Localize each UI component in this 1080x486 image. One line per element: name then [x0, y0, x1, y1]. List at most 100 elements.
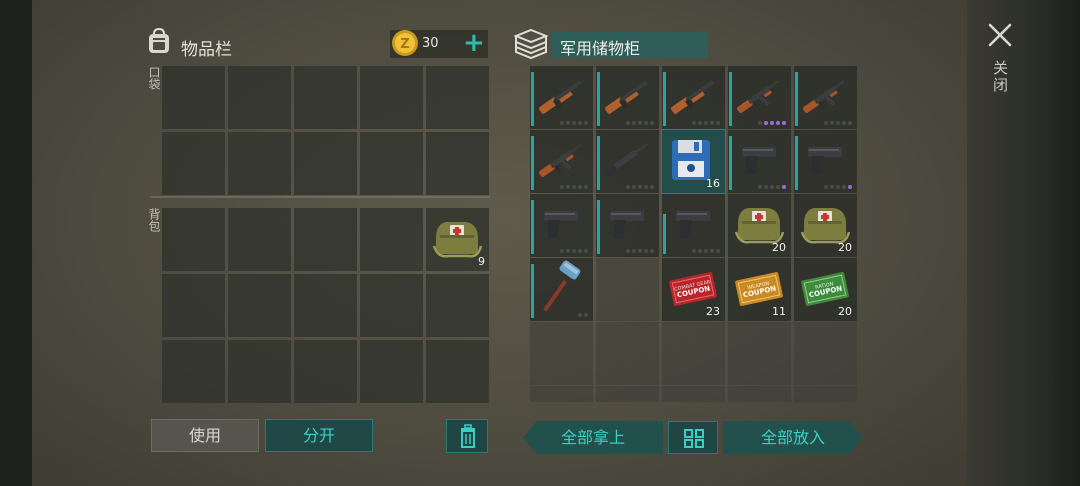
storage-slot[interactable] [530, 194, 593, 257]
pocket-slot[interactable] [162, 66, 225, 129]
add-coins-button[interactable]: + [463, 28, 485, 58]
storage-slot[interactable] [530, 130, 593, 193]
storage-slot[interactable]: WEAPON COUPON 11 [728, 258, 791, 321]
storage-slot[interactable]: 16 [661, 129, 726, 194]
pistol-icon [742, 147, 776, 174]
durability-bar [597, 72, 600, 126]
durability-bar [729, 136, 732, 190]
durability-bar [795, 136, 798, 190]
backpack-slot[interactable] [228, 274, 291, 337]
item-quantity: 23 [706, 305, 720, 318]
item-quantity: 20 [838, 241, 852, 254]
backpack-slot[interactable] [162, 340, 225, 403]
trash-button[interactable] [446, 419, 488, 453]
durability-bar [795, 72, 798, 126]
durability-bar [531, 264, 534, 318]
storage-slot[interactable]: 20 [794, 194, 857, 257]
upgrade-dots [692, 121, 720, 125]
backpack-icon [144, 26, 174, 60]
storage-slot[interactable] [662, 386, 725, 402]
upgrade-dots [824, 121, 852, 125]
storage-slot[interactable] [596, 322, 659, 385]
storage-slot[interactable] [596, 194, 659, 257]
storage-slot[interactable]: COMBAT GEAR COUPON 23 [662, 258, 725, 321]
backpack-label: 背包 [147, 208, 161, 232]
assault-rifle-icon [803, 80, 845, 114]
storage-slot[interactable] [794, 66, 857, 129]
take-all-button[interactable]: 全部拿上 [523, 421, 663, 454]
durability-bar [531, 136, 534, 190]
storage-slot[interactable] [596, 130, 659, 193]
shotgun-icon [605, 80, 649, 114]
backpack-slot[interactable] [360, 208, 423, 271]
item-quantity: 20 [838, 305, 852, 318]
sort-button[interactable] [668, 421, 718, 454]
close-icon[interactable] [987, 22, 1013, 48]
item-quantity: 20 [772, 241, 786, 254]
backpack-slot[interactable] [360, 274, 423, 337]
upgrade-dots [578, 313, 588, 317]
close-label[interactable]: 关闭 [989, 60, 1011, 94]
storage-slot[interactable] [728, 130, 791, 193]
durability-bar [663, 72, 666, 126]
pocket-slot[interactable] [426, 66, 489, 129]
durability-bar [597, 200, 600, 254]
pistol-icon [610, 211, 644, 238]
pistol-icon [808, 147, 842, 174]
pocket-slot[interactable] [228, 66, 291, 129]
backpack-slot[interactable] [294, 208, 357, 271]
pocket-slot[interactable] [360, 132, 423, 195]
right-side-panel [967, 0, 1080, 486]
upgrade-dots [758, 185, 786, 189]
storage-slot[interactable] [794, 322, 857, 385]
backpack-slot[interactable]: 9 [426, 208, 489, 271]
pocket-slot[interactable] [162, 132, 225, 195]
assault-rifle-icon [737, 80, 779, 114]
split-button[interactable]: 分开 [265, 419, 373, 452]
backpack-slot[interactable] [162, 274, 225, 337]
backpack-slot[interactable] [162, 208, 225, 271]
durability-bar [531, 200, 534, 254]
storage-slot[interactable] [662, 322, 725, 385]
item-quantity: 16 [706, 177, 720, 190]
assault-rifle-icon [539, 144, 581, 178]
storage-slot[interactable] [662, 66, 725, 129]
rifle-icon [604, 143, 649, 178]
use-button[interactable]: 使用 [151, 419, 259, 452]
upgrade-dots [758, 121, 786, 125]
storage-slot[interactable] [794, 386, 857, 402]
storage-slot[interactable] [728, 386, 791, 402]
backpack-slot[interactable] [228, 208, 291, 271]
shotgun-icon [539, 80, 583, 114]
backpack-slot[interactable] [294, 274, 357, 337]
storage-slot[interactable] [596, 66, 659, 129]
storage-slot[interactable] [596, 386, 659, 402]
backpack-slot[interactable] [294, 340, 357, 403]
storage-slot[interactable] [728, 322, 791, 385]
backpack-slot[interactable] [426, 274, 489, 337]
pistol-icon [676, 211, 710, 238]
hammer-icon [543, 260, 581, 312]
storage-slot[interactable] [794, 130, 857, 193]
storage-slot[interactable] [530, 66, 593, 129]
backpack-slot[interactable] [426, 340, 489, 403]
storage-slot[interactable] [662, 194, 725, 257]
durability-bar [597, 136, 600, 190]
storage-slot[interactable] [530, 322, 593, 385]
storage-slot[interactable]: RATION COUPON 20 [794, 258, 857, 321]
storage-slot[interactable] [530, 258, 593, 321]
section-divider [150, 196, 490, 198]
backpack-slot[interactable] [360, 340, 423, 403]
backpack-slot[interactable] [228, 340, 291, 403]
pistol-icon [544, 211, 578, 238]
storage-slot[interactable] [596, 258, 659, 321]
storage-slot[interactable]: 20 [728, 194, 791, 257]
pocket-slot[interactable] [426, 132, 489, 195]
storage-slot[interactable] [728, 66, 791, 129]
pocket-slot[interactable] [294, 66, 357, 129]
pocket-slot[interactable] [294, 132, 357, 195]
put-all-button[interactable]: 全部放入 [723, 421, 863, 454]
pocket-slot[interactable] [360, 66, 423, 129]
storage-slot[interactable] [530, 386, 593, 402]
pocket-slot[interactable] [228, 132, 291, 195]
